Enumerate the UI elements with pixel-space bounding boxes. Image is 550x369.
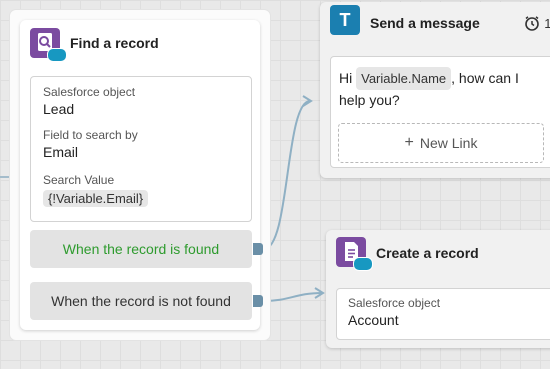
object-value: Lead: [43, 101, 75, 117]
document-icon: [336, 237, 373, 271]
find-record-settings[interactable]: Salesforce object Lead Field to search b…: [30, 76, 252, 222]
object-label: Salesforce object: [43, 85, 136, 99]
message-before: Hi: [339, 70, 357, 86]
send-message-node[interactable]: T Send a message 1s Hi Variable.Name, ho…: [320, 2, 550, 178]
node-title: Send a message: [370, 15, 480, 31]
create-record-node[interactable]: Create a record Salesforce object Accoun…: [326, 230, 550, 348]
search-field-label: Field to search by: [43, 128, 138, 142]
create-record-settings[interactable]: Salesforce object Account: [336, 288, 550, 340]
plus-icon: +: [404, 134, 414, 151]
alarm-clock-icon: [525, 16, 540, 31]
text-message-icon: T: [330, 5, 360, 35]
found-output-port[interactable]: [253, 243, 263, 255]
text-message-letter: T: [339, 9, 351, 30]
branch-record-found[interactable]: When the record is found: [30, 230, 252, 268]
message-variable-chip: Variable.Name: [356, 67, 452, 90]
branch-found-label: When the record is found: [62, 241, 220, 257]
find-record-header[interactable]: Find a record: [20, 20, 260, 66]
search-value-chip: {!Variable.Email}: [43, 190, 149, 207]
search-field-value: Email: [43, 144, 79, 160]
branch-not-found-label: When the record is not found: [51, 293, 231, 309]
delay-text: 1s: [544, 15, 550, 31]
new-link-button[interactable]: + New Link: [338, 123, 544, 163]
branch-record-not-found[interactable]: When the record is not found: [30, 282, 252, 320]
message-box[interactable]: Hi Variable.Name, how can I help you? + …: [330, 56, 550, 168]
not-found-output-port[interactable]: [253, 295, 263, 307]
salesforce-cloud-icon: [47, 48, 67, 62]
node-title: Find a record: [70, 35, 159, 51]
send-message-header[interactable]: T Send a message 1s: [320, 2, 550, 48]
object-label: Salesforce object: [348, 296, 441, 310]
search-value-label: Search Value: [43, 173, 115, 187]
delay-indicator[interactable]: 1s: [524, 15, 550, 31]
object-value: Account: [348, 312, 399, 328]
salesforce-cloud-icon: [353, 257, 373, 271]
new-link-label: New Link: [419, 135, 478, 151]
search-record-icon: [30, 28, 67, 62]
message-text: Hi Variable.Name, how can I help you?: [339, 67, 549, 111]
node-title: Create a record: [376, 245, 479, 261]
create-record-header[interactable]: Create a record: [326, 230, 550, 276]
